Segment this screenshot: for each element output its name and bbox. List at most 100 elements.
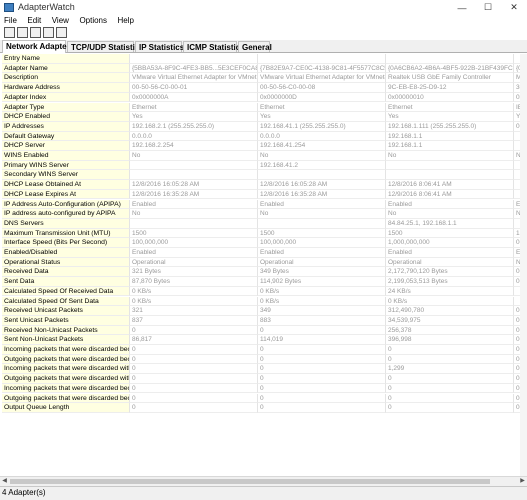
row-label: DHCP Enabled xyxy=(2,112,130,122)
table-cell: 0x00000010 xyxy=(386,92,514,103)
table-row[interactable]: Secondary WINS Server xyxy=(2,170,527,181)
vertical-scrollbar[interactable] xyxy=(520,54,527,486)
table-cell: 0 xyxy=(386,383,514,394)
table-row[interactable]: DNS Servers 84.84.25.1, 192.168.1.1 xyxy=(2,218,527,229)
row-label: DHCP Lease Expires At xyxy=(2,189,130,200)
maximize-button[interactable]: ☐ xyxy=(475,0,501,15)
table-row[interactable]: Incoming packets that were discarded bec… xyxy=(2,345,527,355)
row-label: Calculated Speed Of Sent Data xyxy=(2,296,130,307)
close-button[interactable]: ✕ xyxy=(501,0,527,15)
row-label: IP Address Auto-Configuration (APIPA) xyxy=(2,199,130,210)
table-cell: 192.168.2.1 (255.255.255.0) xyxy=(130,121,258,132)
row-label: Output Queue Length xyxy=(2,403,130,413)
table-row[interactable]: Incoming packets that were discarded wit… xyxy=(2,364,527,375)
table-cell: 321 xyxy=(130,306,258,316)
row-label: Sent Non-Unicast Packets xyxy=(2,335,130,345)
table-cell: 192.168.2.254 xyxy=(130,141,258,151)
table-cell: 0.0.0.0 xyxy=(130,131,258,142)
refresh-icon[interactable] xyxy=(56,27,67,38)
table-row[interactable]: Enabled/DisabledEnabledEnabledEnabledEn xyxy=(2,248,527,258)
table-cell: 321 Bytes xyxy=(130,267,258,278)
table-cell: VMware Virtual Ethernet Adapter for VMne… xyxy=(130,73,258,84)
tab-ip-statistics[interactable]: IP Statistics xyxy=(135,41,184,52)
table-row[interactable]: Description VMware Virtual Ethernet Adapt… xyxy=(2,73,527,84)
window-title: AdapterWatch xyxy=(18,2,75,12)
table-cell xyxy=(130,54,258,64)
table-row[interactable]: DHCP Server 192.168.2.254 192.168.41.254 19… xyxy=(2,141,527,151)
table-cell: 12/8/2016 16:05:28 AM xyxy=(130,180,258,190)
table-row[interactable]: Received Data 321 Bytes 349 Bytes 2,172,790… xyxy=(2,267,527,278)
horizontal-scrollbar[interactable]: ◀ ▶ xyxy=(0,476,527,486)
scroll-left-icon[interactable]: ◀ xyxy=(0,477,9,486)
table-row[interactable]: Adapter TypeEthernetEthernetEthernetIE xyxy=(2,102,527,113)
table-row[interactable]: Calculated Speed Of Received Data 0 KB/s 0… xyxy=(2,286,527,297)
table-row[interactable]: Outgoing packets that were discarded wit… xyxy=(2,374,527,384)
table-cell: Yes xyxy=(386,112,514,122)
table-cell: 0 xyxy=(258,393,386,404)
table-row[interactable]: Adapter Index 0x0000000A 0x0000000D 0x00000… xyxy=(2,92,527,103)
table-row[interactable]: IP Addresses 192.168.2.1 (255.255.255.0) 1… xyxy=(2,121,527,132)
tab-tcp-udp-statistics[interactable]: TCP/UDP Statistics xyxy=(67,41,144,52)
table-row[interactable]: IP Address Auto-Configuration (APIPA) Ena… xyxy=(2,199,527,210)
table-cell: 837 xyxy=(130,315,258,326)
table-row[interactable]: Sent Non-Unicast Packets 86,817 114,019 396… xyxy=(2,335,527,345)
menu-edit[interactable]: Edit xyxy=(23,15,45,26)
table-row[interactable]: DHCP Lease Expires At 12/8/2016 16:35:28 … xyxy=(2,189,527,200)
menu-help[interactable]: Help xyxy=(114,15,138,26)
table-cell: 312,490,780 xyxy=(386,306,514,316)
table-row[interactable]: DHCP EnabledYesYesYesYe xyxy=(2,112,527,122)
scroll-thumb[interactable] xyxy=(10,479,490,484)
table-row[interactable]: Interface Speed (Bits Per Second) 100,000… xyxy=(2,238,527,248)
table-row[interactable]: Sent Data 87,870 Bytes 114,902 Bytes 2,199,… xyxy=(2,277,527,287)
table-row[interactable]: WINS EnabledNoNoNoNo xyxy=(2,151,527,161)
row-label: IP address auto-configured by APIPA xyxy=(2,209,130,219)
table-row[interactable]: Received Non-Unicast Packets 0 0 256,378 0 xyxy=(2,325,527,336)
copy-icon[interactable] xyxy=(30,27,41,38)
table-cell: 114,019 xyxy=(258,335,386,345)
table-row[interactable]: IP address auto-configured by APIPA No No N… xyxy=(2,209,527,219)
table-cell: Enabled xyxy=(258,248,386,258)
table-row[interactable]: Calculated Speed Of Sent Data 0 KB/s 0 KB/… xyxy=(2,296,527,307)
tab-general[interactable]: General xyxy=(238,41,272,52)
table-cell: No xyxy=(386,209,514,219)
properties-icon[interactable] xyxy=(43,27,54,38)
table-cell: 0 xyxy=(130,364,258,375)
menu-view[interactable]: View xyxy=(48,15,73,26)
table-row[interactable]: Outgoing packets that were discarded bec… xyxy=(2,393,527,404)
table-cell: 192.168.1.111 (255.255.255.0) xyxy=(386,121,514,132)
table-row[interactable]: Output Queue Length 0 0 0 0 xyxy=(2,403,527,413)
table-cell: 86,817 xyxy=(130,335,258,345)
table-row[interactable]: Outgoing packets that were discarded bec… xyxy=(2,354,527,365)
table-row[interactable]: Operational Status Operational Operational… xyxy=(2,257,527,268)
save-icon[interactable] xyxy=(4,27,15,38)
table-cell: {7B82E9A7-CE0C-4138-9C81-4F5577C8C5...} xyxy=(258,63,386,74)
table-cell: 0 xyxy=(258,345,386,355)
table-cell: Yes xyxy=(258,112,386,122)
row-label: IP Addresses xyxy=(2,121,130,132)
menu-options[interactable]: Options xyxy=(75,15,111,26)
table-cell: Enabled xyxy=(130,248,258,258)
toolbar xyxy=(0,26,527,40)
table-row[interactable]: Maximum Transmission Unit (MTU) 1500 1500 1… xyxy=(2,228,527,239)
table-cell: 0 xyxy=(130,345,258,355)
table-row[interactable]: Hardware Address 00-50-56-C0-00-01 00-50-5… xyxy=(2,83,527,93)
table-row[interactable]: Received Unicast Packets 321 349 312,490,78… xyxy=(2,306,527,316)
minimize-button[interactable]: — xyxy=(449,0,475,15)
menu-file[interactable]: File xyxy=(0,15,21,26)
table-cell xyxy=(258,218,386,229)
table-row[interactable]: Sent Unicast Packets 837 883 34,539,975 0 xyxy=(2,315,527,326)
table-cell: 0 KB/s xyxy=(130,296,258,307)
table-row[interactable]: Adapter Name {5BBA53A-8F9C-4FE3-BB5...5E3… xyxy=(2,63,527,74)
table-cell: 0 xyxy=(130,383,258,394)
adapter-grid[interactable]: Entry Name Adapter Name {5BBA53A-8F9C-4FE3… xyxy=(2,54,527,486)
tab-icmp-statistics[interactable]: ICMP Statistics xyxy=(183,41,245,52)
scroll-right-icon[interactable]: ▶ xyxy=(518,477,527,486)
table-row[interactable]: Default Gateway 0.0.0.0 0.0.0.0 192.168.1.1 xyxy=(2,131,527,142)
table-row[interactable]: DHCP Lease Obtained At 12/8/2016 16:05:28… xyxy=(2,180,527,190)
table-row[interactable]: Entry Name xyxy=(2,54,527,64)
tab-network-adapters[interactable]: Network Adapters xyxy=(2,40,74,53)
table-row[interactable]: Primary WINS Server 192.168.41.2 xyxy=(2,160,527,171)
save-all-icon[interactable] xyxy=(17,27,28,38)
table-row[interactable]: Incoming packets that were discarded bec… xyxy=(2,383,527,394)
row-label: Incoming packets that were discarded bec… xyxy=(2,383,130,394)
